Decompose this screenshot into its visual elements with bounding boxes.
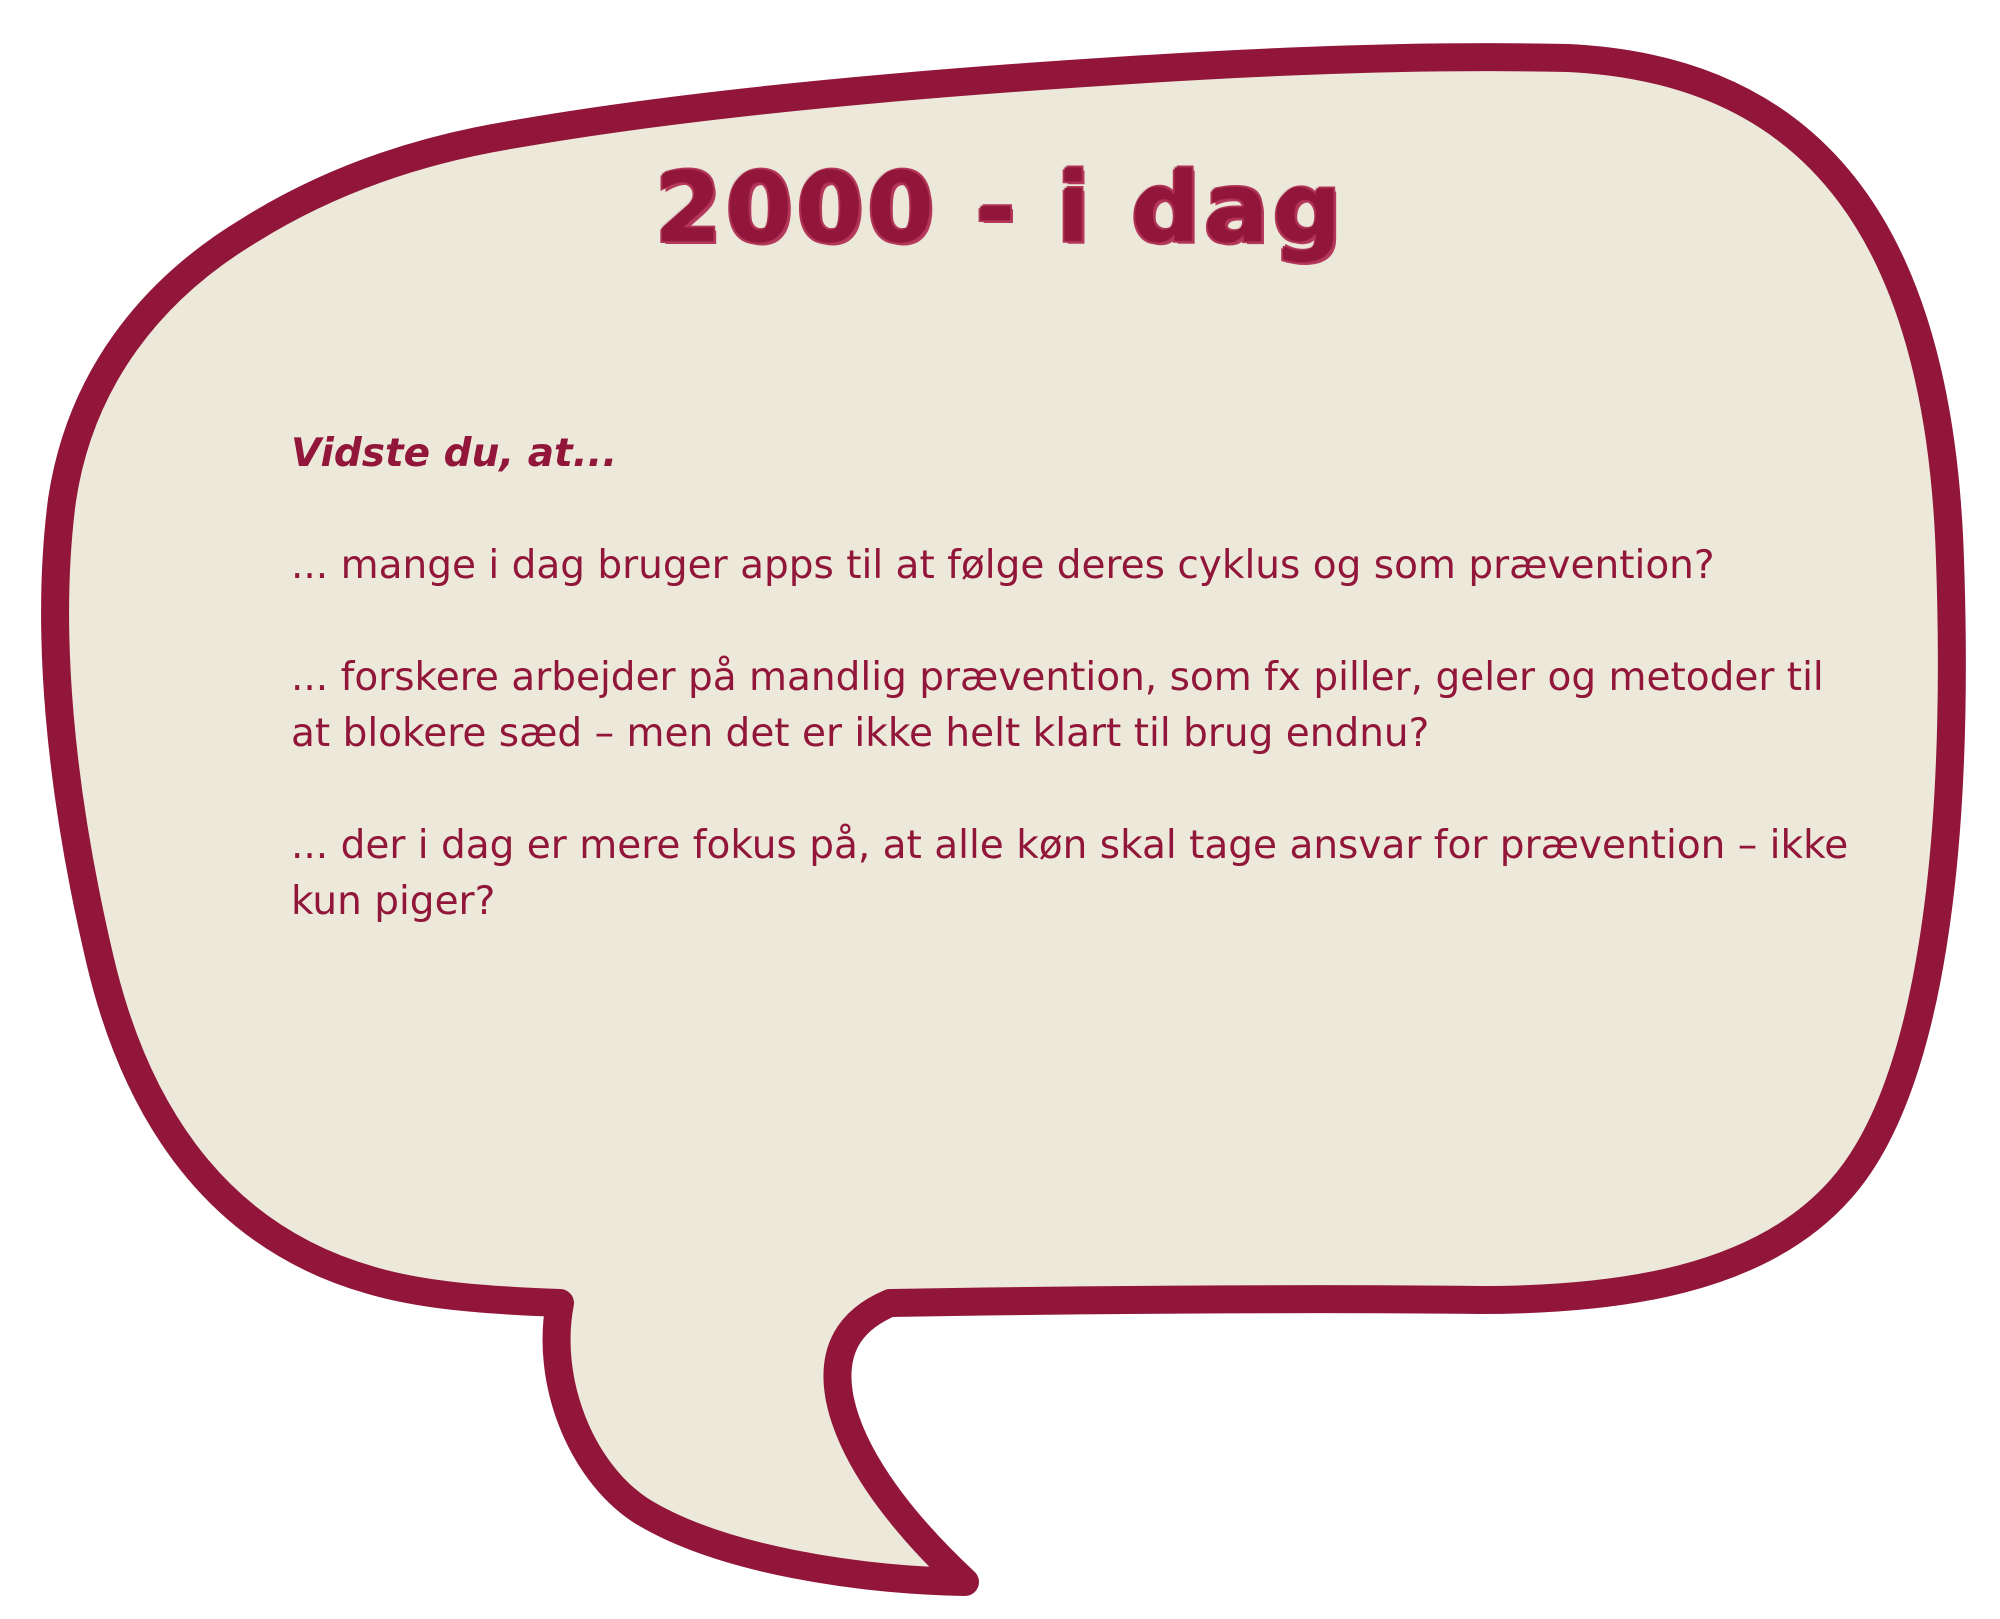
fact-item: ... mange i dag bruger apps til at følge… xyxy=(291,543,1715,588)
fact-list: Vidste du, at... ... mange i dag bruger … xyxy=(291,426,1851,986)
lead-text: Vidste du, at... xyxy=(291,431,618,476)
page-title: 2000 - i dag xyxy=(654,152,1346,264)
fact-item: ... der i dag er mere fokus på, at alle … xyxy=(291,823,1849,924)
fact-item: ... forskere arbejder på mandlig prævent… xyxy=(291,655,1824,756)
